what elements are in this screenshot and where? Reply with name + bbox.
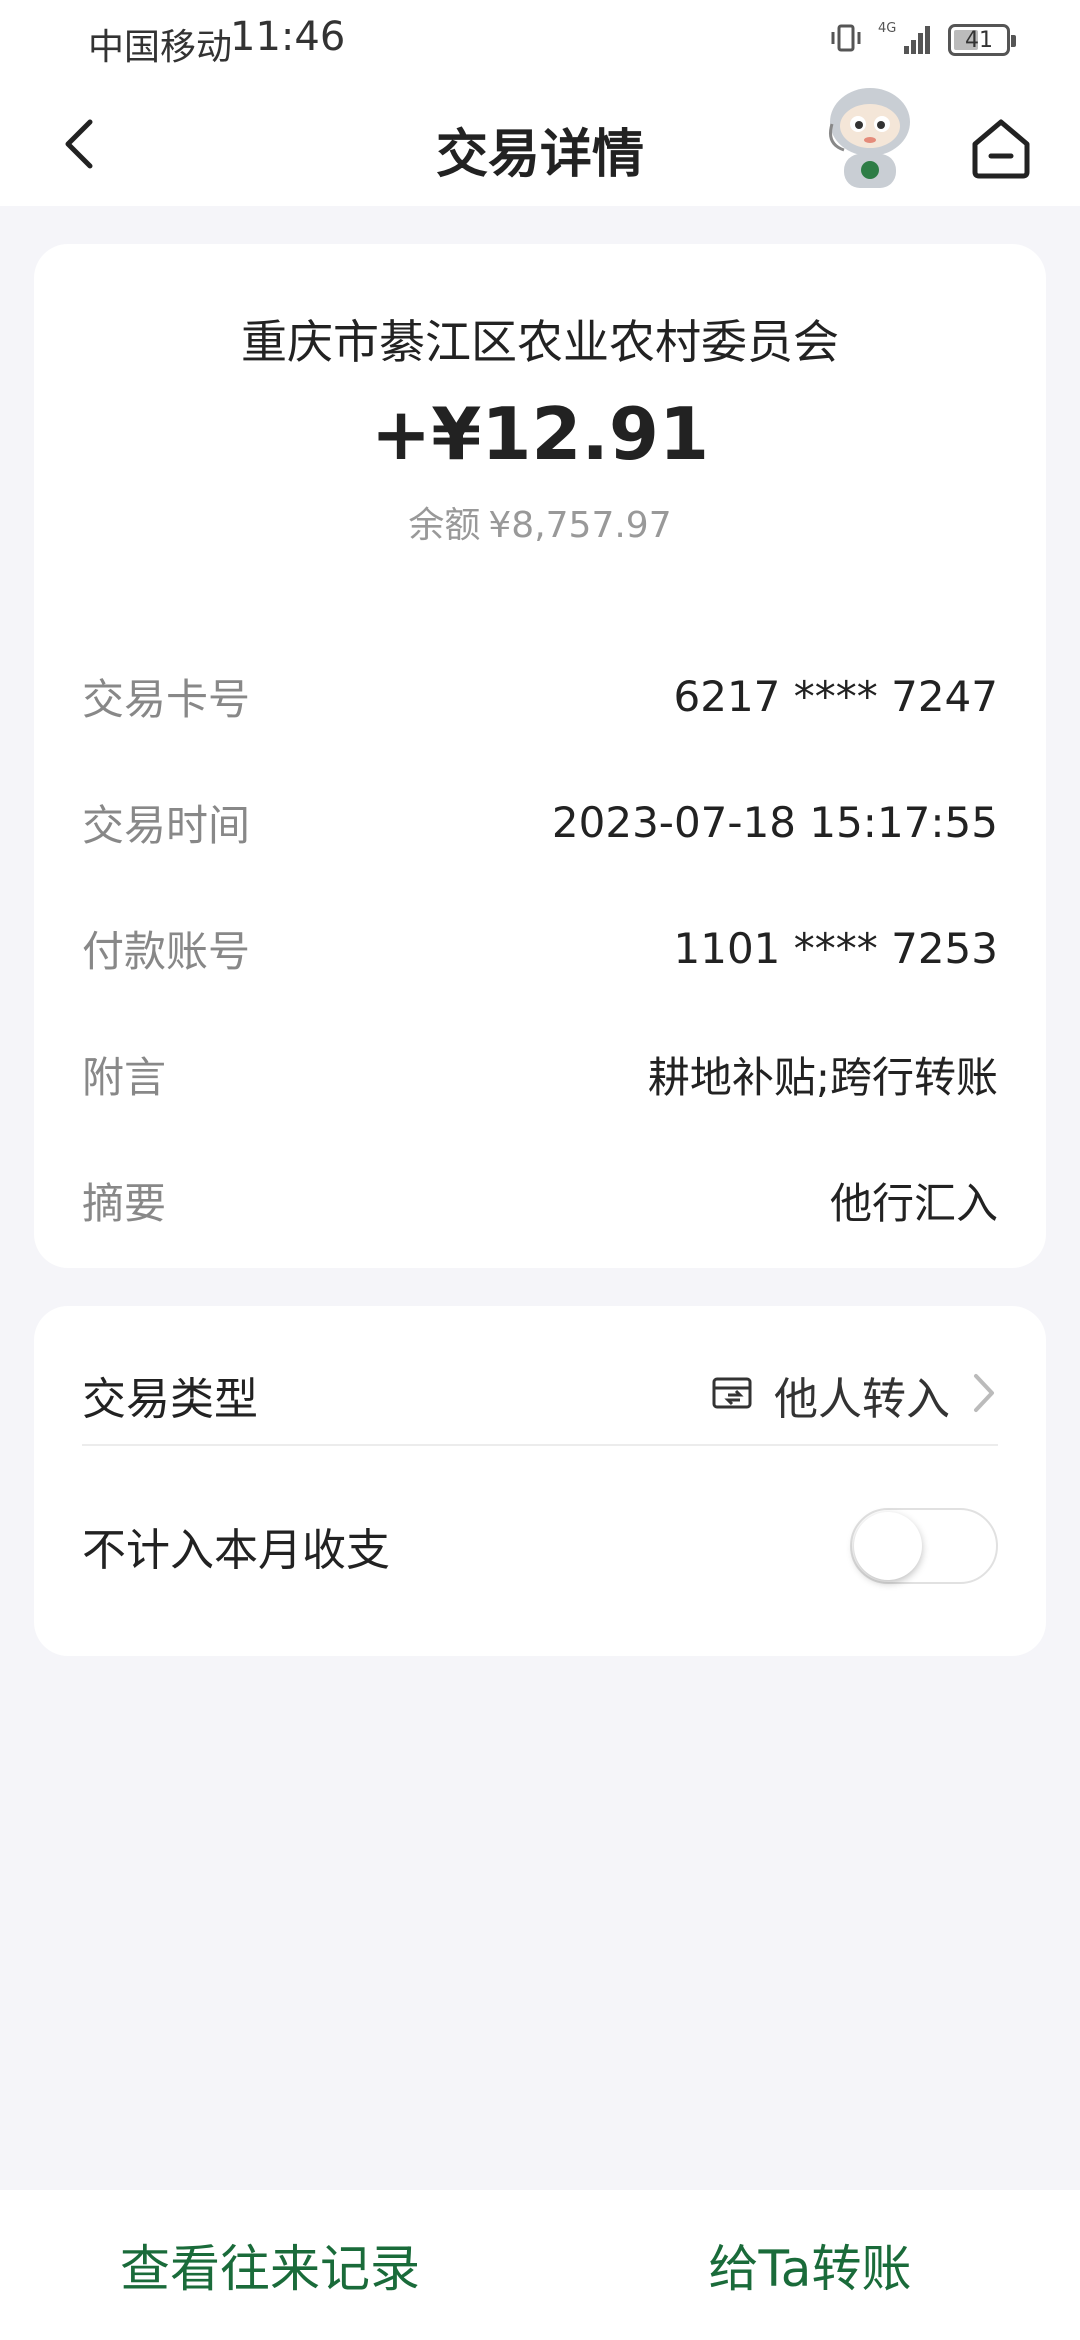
transaction-card: 重庆市綦江区农业农村委员会 +¥12.91 余额 ¥8,757.97 交易卡号 6…: [34, 244, 1046, 1268]
battery-level: 41: [965, 27, 993, 53]
type-label: 交易类型: [82, 1374, 258, 1425]
header: 交易详情: [0, 84, 1080, 206]
detail-label: 交易时间: [82, 800, 251, 850]
carrier-label: 中国移动: [88, 27, 233, 68]
home-button[interactable]: [965, 112, 1037, 184]
detail-label: 摘要: [82, 1178, 167, 1228]
balance-value: ¥8,757.97: [488, 505, 672, 546]
status-icons: 4G 41: [828, 18, 1016, 62]
detail-row-remark: 附言 耕地补贴;跨行转账: [82, 1044, 998, 1104]
signal-icon: 4G: [878, 18, 934, 62]
exclude-toggle[interactable]: [850, 1508, 998, 1584]
exclude-from-budget-row: 不计入本月收支: [82, 1496, 998, 1596]
view-history-button[interactable]: 查看往来记录: [0, 2190, 540, 2340]
bottom-action-bar: 查看往来记录 给Ta转账: [0, 2190, 1080, 2340]
detail-value: 1101 **** 7253: [673, 923, 998, 973]
detail-label: 交易卡号: [82, 674, 251, 724]
clock: 11:46: [230, 14, 346, 60]
balance: 余额 ¥8,757.97: [34, 496, 1046, 548]
svg-text:4G: 4G: [878, 21, 896, 36]
status-bar: 中国移动 11:46 4G 41: [0, 0, 1080, 84]
transaction-amount: +¥12.91: [370, 392, 710, 476]
category-card: 交易类型 他人转入 不计入本月收支: [34, 1306, 1046, 1656]
detail-row-card-number: 交易卡号 6217 **** 7247: [82, 666, 998, 726]
assistant-robot-icon[interactable]: [820, 84, 920, 194]
vibrate-icon: [828, 20, 864, 60]
transaction-type-row[interactable]: 交易类型 他人转入: [82, 1346, 998, 1446]
transfer-category-icon: [710, 1373, 754, 1417]
detail-value: 他行汇入: [829, 1178, 998, 1228]
detail-value: 6217 **** 7247: [673, 671, 998, 721]
balance-label: 余额: [408, 505, 481, 546]
toggle-knob: [854, 1512, 922, 1580]
detail-value: 耕地补贴;跨行转账: [647, 1052, 998, 1102]
type-value: 他人转入: [774, 1374, 950, 1425]
detail-row-time: 交易时间 2023-07-18 15:17:55: [82, 792, 998, 852]
transfer-button[interactable]: 给Ta转账: [540, 2190, 1080, 2340]
payee-name: 重庆市綦江区农业农村委员会: [241, 315, 839, 369]
type-selector[interactable]: 他人转入: [710, 1363, 998, 1427]
detail-row-payer-account: 付款账号 1101 **** 7253: [82, 918, 998, 978]
top-area: 中国移动 11:46 4G 41 交易详情: [0, 0, 1080, 206]
detail-label: 附言: [82, 1052, 167, 1102]
detail-value: 2023-07-18 15:17:55: [551, 797, 998, 847]
chevron-right-icon: [970, 1370, 998, 1420]
detail-row-summary: 摘要 他行汇入: [82, 1170, 998, 1230]
home-icon: [965, 119, 1037, 188]
exclude-label: 不计入本月收支: [82, 1525, 390, 1576]
battery-icon: 41: [948, 24, 1016, 56]
detail-label: 付款账号: [82, 926, 251, 976]
